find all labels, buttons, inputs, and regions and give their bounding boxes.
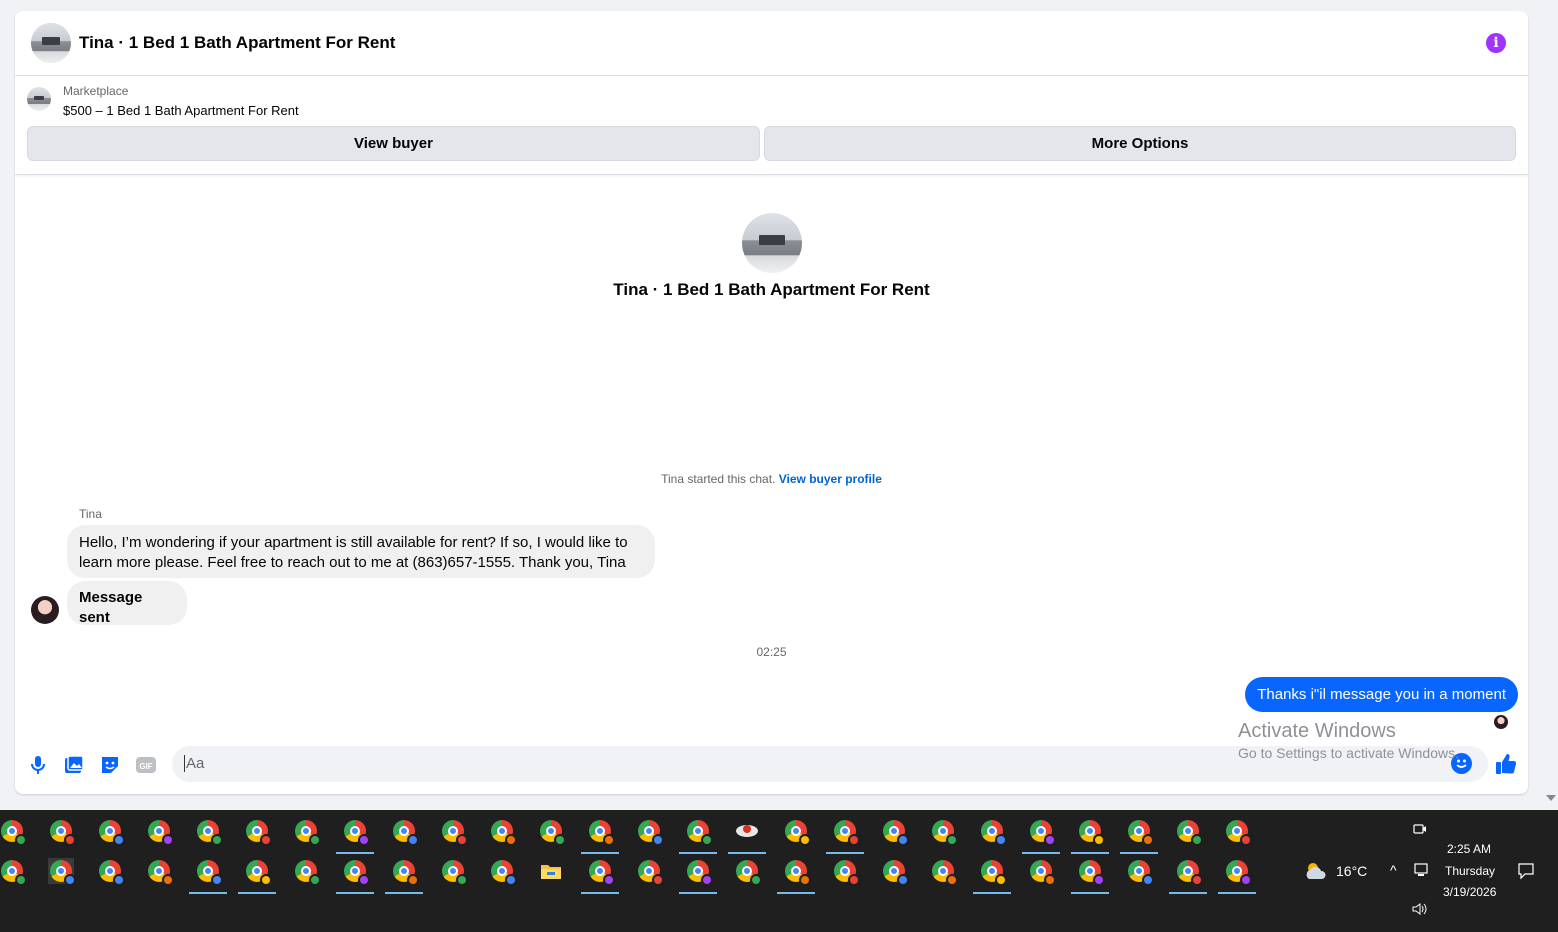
gif-label: GIF <box>139 762 152 771</box>
volume-icon[interactable] <box>1412 902 1428 916</box>
chrome-icon[interactable] <box>146 858 174 886</box>
chrome-icon[interactable] <box>293 818 321 846</box>
network-icon[interactable] <box>1412 862 1430 878</box>
chrome-icon[interactable] <box>1071 858 1109 894</box>
chrome-icon[interactable] <box>1120 818 1158 854</box>
clock-date[interactable]: 3/19/2026 <box>1443 885 1496 899</box>
chat-window: Tina · 1 Bed 1 Bath Apartment For Rent i… <box>15 11 1528 794</box>
chrome-icon[interactable] <box>48 858 76 886</box>
chrome-icon[interactable] <box>0 818 27 846</box>
notification-center-icon[interactable] <box>1517 862 1535 880</box>
chrome-icon[interactable] <box>189 858 227 894</box>
chat-started-note: Tina started this chat. View buyer profi… <box>15 472 1528 486</box>
chat-header: Tina · 1 Bed 1 Bath Apartment For Rent i <box>15 11 1528 76</box>
chrome-icon[interactable] <box>979 818 1007 846</box>
chrome-icon[interactable] <box>48 818 76 846</box>
microphone-icon[interactable] <box>27 754 49 776</box>
chrome-icon[interactable] <box>832 858 860 886</box>
chrome-icon[interactable] <box>391 818 419 846</box>
chrome-icon[interactable] <box>734 858 762 886</box>
chrome-icon[interactable] <box>1175 818 1203 846</box>
chrome-icon[interactable] <box>440 858 468 886</box>
more-options-button[interactable]: More Options <box>764 126 1516 161</box>
scroll-down-arrow[interactable] <box>1546 795 1556 801</box>
message-timestamp: 02:25 <box>756 645 787 659</box>
chrome-icon[interactable] <box>881 818 909 846</box>
chrome-icon[interactable] <box>293 858 321 886</box>
chrome-icon[interactable] <box>1224 818 1252 846</box>
app-icon[interactable] <box>728 818 766 854</box>
view-buyer-button[interactable]: View buyer <box>27 126 760 161</box>
chrome-icon[interactable] <box>489 818 517 846</box>
chrome-icon[interactable] <box>336 818 374 854</box>
taskbar: 16°C ^ 2:25 AM Thursday 3/19/2026 <box>0 810 1558 932</box>
chrome-icon[interactable] <box>244 818 272 846</box>
chrome-icon[interactable] <box>1218 858 1256 894</box>
marketplace-banner: Marketplace $500 – 1 Bed 1 Bath Apartmen… <box>15 76 1528 175</box>
chrome-icon[interactable] <box>97 818 125 846</box>
conversation-avatar <box>742 213 802 273</box>
chrome-icon[interactable] <box>1022 818 1060 854</box>
chrome-icon[interactable] <box>679 858 717 894</box>
chrome-icon[interactable] <box>489 858 517 886</box>
photo-icon[interactable] <box>63 754 85 776</box>
watermark-subtitle: Go to Settings to activate Windows. <box>1238 745 1459 761</box>
chrome-icon[interactable] <box>1169 858 1207 894</box>
gif-icon[interactable]: GIF <box>135 754 157 776</box>
chrome-icon[interactable] <box>385 858 423 894</box>
chrome-icon[interactable] <box>238 858 276 894</box>
buyer-avatar[interactable] <box>31 596 59 624</box>
weather-temp[interactable]: 16°C <box>1336 863 1367 879</box>
sender-name: Tina <box>79 507 102 521</box>
clock-day[interactable]: Thursday <box>1445 864 1495 878</box>
clock-time[interactable]: 2:25 AM <box>1447 842 1491 856</box>
seen-avatar <box>1494 715 1508 729</box>
incoming-message[interactable]: Message sent <box>67 581 187 626</box>
chrome-icon[interactable] <box>930 858 958 886</box>
chrome-icon[interactable] <box>581 858 619 894</box>
chrome-icon[interactable] <box>146 818 174 846</box>
chrome-icon[interactable] <box>636 858 664 886</box>
thumbs-up-icon[interactable] <box>1494 752 1518 781</box>
listing-avatar[interactable] <box>31 23 71 63</box>
chrome-icon[interactable] <box>881 858 909 886</box>
conversation-title: Tina · 1 Bed 1 Bath Apartment For Rent <box>613 280 930 299</box>
chrome-icon[interactable] <box>679 818 717 854</box>
chrome-icon[interactable] <box>440 818 468 846</box>
chrome-icon[interactable] <box>636 818 664 846</box>
weather-icon[interactable] <box>1303 861 1329 881</box>
chrome-icon[interactable] <box>581 818 619 854</box>
marketplace-label: Marketplace <box>63 84 129 98</box>
file-explorer-icon[interactable] <box>538 858 564 884</box>
chat-title[interactable]: Tina · 1 Bed 1 Bath Apartment For Rent <box>79 33 395 53</box>
activate-windows-watermark: Activate Windows Go to Settings to activ… <box>1238 720 1459 761</box>
listing-thumbnail[interactable] <box>27 87 51 111</box>
info-icon[interactable]: i <box>1486 33 1506 53</box>
chrome-icon[interactable] <box>1126 858 1154 886</box>
sticker-icon[interactable] <box>99 754 121 776</box>
message-input-placeholder: Aa <box>184 755 205 772</box>
show-hidden-icons-icon[interactable]: ^ <box>1390 862 1397 878</box>
chrome-icon[interactable] <box>973 858 1011 894</box>
view-buyer-profile-link[interactable]: View buyer profile <box>779 472 882 486</box>
chrome-icon[interactable] <box>1071 818 1109 854</box>
chrome-icon[interactable] <box>195 818 223 846</box>
chrome-icon[interactable] <box>777 858 815 894</box>
listing-title[interactable]: $500 – 1 Bed 1 Bath Apartment For Rent <box>63 103 299 118</box>
chrome-icon[interactable] <box>336 858 374 894</box>
chat-started-text: Tina started this chat. <box>661 472 776 486</box>
meet-now-icon[interactable] <box>1413 822 1427 836</box>
outgoing-message[interactable]: Thanks i"il message you in a moment <box>1245 677 1518 712</box>
chrome-icon[interactable] <box>538 818 566 846</box>
chrome-icon[interactable] <box>930 818 958 846</box>
watermark-title: Activate Windows <box>1238 720 1396 742</box>
chrome-icon[interactable] <box>0 858 27 886</box>
incoming-message[interactable]: Hello, I’m wondering if your apartment i… <box>67 525 655 578</box>
chrome-icon[interactable] <box>1028 858 1056 886</box>
chrome-icon[interactable] <box>97 858 125 886</box>
chrome-icon[interactable] <box>826 818 864 854</box>
chrome-icon[interactable] <box>783 818 811 846</box>
